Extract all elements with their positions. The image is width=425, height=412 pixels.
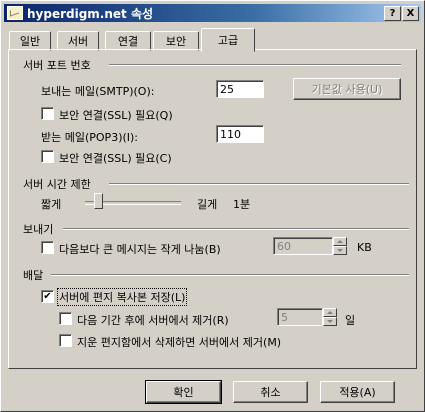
tab-advanced[interactable]: 고급: [201, 28, 255, 52]
advanced-panel: [8, 49, 417, 369]
tab-security[interactable]: 보안: [153, 31, 199, 51]
title-bar[interactable]: hyperdigm.net 속성 ? X: [4, 4, 421, 22]
tab-connection[interactable]: 연결: [105, 31, 151, 51]
close-button[interactable]: X: [402, 6, 419, 21]
help-button[interactable]: ?: [384, 6, 401, 21]
tab-servers[interactable]: 서버: [57, 31, 99, 51]
apply-button[interactable]: 적용(A): [320, 381, 395, 403]
tab-general[interactable]: 일반: [9, 31, 51, 51]
tab-advanced-label: 고급: [217, 34, 239, 47]
properties-dialog: hyperdigm.net 속성 ? X 일반 서버 연결 보안 고급 서버 포…: [0, 0, 425, 412]
cancel-button[interactable]: 취소: [233, 381, 308, 403]
window-title: hyperdigm.net 속성: [27, 6, 154, 21]
account-properties-icon: [7, 6, 23, 20]
ok-button[interactable]: 확인: [145, 380, 222, 404]
